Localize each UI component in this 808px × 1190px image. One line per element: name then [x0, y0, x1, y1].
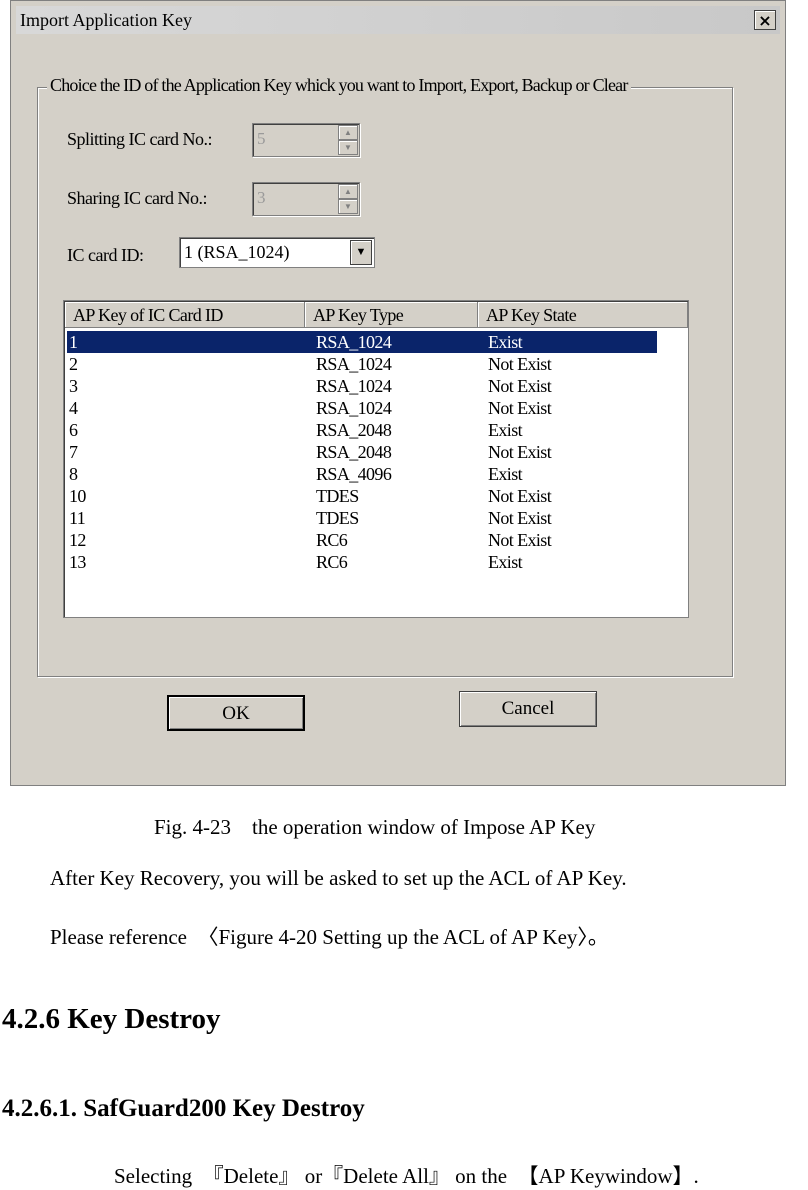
key-state: Exist: [488, 420, 523, 440]
key-state: Not Exist: [488, 354, 552, 374]
key-id: 1: [69, 332, 78, 352]
column-header-state[interactable]: AP Key State: [478, 302, 688, 328]
sharing-value: 3: [257, 188, 266, 207]
list-item[interactable]: 7 RSA_2048 Not Exist: [67, 441, 657, 463]
key-state: Not Exist: [488, 508, 552, 528]
key-type: RSA_2048: [316, 442, 392, 462]
list-item[interactable]: 3 RSA_1024 Not Exist: [67, 375, 657, 397]
group-label: Choice the ID of the Application Key whi…: [47, 75, 631, 96]
key-state: Not Exist: [488, 442, 552, 462]
key-type: RSA_1024: [316, 376, 392, 396]
list-item[interactable]: 13 RC6 Exist: [67, 551, 657, 573]
list-item[interactable]: 8 RSA_4096 Exist: [67, 463, 657, 485]
key-id: 13: [69, 552, 86, 572]
key-state: Exist: [488, 332, 523, 352]
key-id: 2: [69, 354, 78, 374]
paragraph-key-recovery: After Key Recovery, you will be asked to…: [50, 866, 627, 890]
key-type: RC6: [316, 552, 348, 572]
key-type: RC6: [316, 530, 348, 550]
cancel-button[interactable]: Cancel: [459, 691, 597, 727]
key-type: RSA_4096: [316, 464, 392, 484]
ap-key-list[interactable]: AP Key of IC Card ID AP Key Type AP Key …: [63, 300, 689, 618]
spin-up-icon[interactable]: ▲: [338, 184, 358, 199]
list-item[interactable]: 12 RC6 Not Exist: [67, 529, 657, 551]
list-item[interactable]: 6 RSA_2048 Exist: [67, 419, 657, 441]
card-id-label: IC card ID:: [67, 245, 144, 265]
key-state: Not Exist: [488, 398, 552, 418]
key-id: 8: [69, 464, 78, 484]
section-heading: 4.2.6 Key Destroy: [2, 1003, 221, 1035]
card-id-select[interactable]: 1 (RSA_1024) ▼: [179, 237, 375, 268]
splitting-value: 5: [257, 129, 266, 148]
figure-caption: Fig. 4-23 the operation window of Impose…: [154, 815, 596, 839]
spin-down-icon[interactable]: ▼: [338, 140, 358, 155]
column-header-id[interactable]: AP Key of IC Card ID: [65, 302, 305, 328]
key-type: RSA_1024: [316, 354, 392, 374]
sharing-stepper-buttons: ▲ ▼: [338, 184, 358, 214]
key-id: 3: [69, 376, 78, 396]
key-id: 10: [69, 486, 86, 506]
key-state: Not Exist: [488, 486, 552, 506]
list-item[interactable]: 11 TDES Not Exist: [67, 507, 657, 529]
key-type: RSA_2048: [316, 420, 392, 440]
list-item[interactable]: 2 RSA_1024 Not Exist: [67, 353, 657, 375]
ok-button[interactable]: OK: [167, 695, 305, 731]
spin-down-icon[interactable]: ▼: [338, 199, 358, 214]
key-type: TDES: [316, 508, 359, 528]
list-item[interactable]: 4 RSA_1024 Not Exist: [67, 397, 657, 419]
column-header-type[interactable]: AP Key Type: [305, 302, 478, 328]
key-id: 7: [69, 442, 78, 462]
list-item[interactable]: 1 RSA_1024 Exist: [67, 331, 657, 353]
key-state: Exist: [488, 552, 523, 572]
key-type: TDES: [316, 486, 359, 506]
key-state: Not Exist: [488, 530, 552, 550]
key-type: RSA_1024: [316, 398, 392, 418]
close-button[interactable]: ×: [754, 10, 776, 30]
splitting-stepper-buttons: ▲ ▼: [338, 125, 358, 155]
spin-up-icon[interactable]: ▲: [338, 125, 358, 140]
key-id: 11: [69, 508, 86, 528]
chevron-down-icon[interactable]: ▼: [350, 240, 372, 265]
list-body: 1 RSA_1024 Exist 2 RSA_1024 Not Exist 3 RSA_1…: [67, 331, 657, 573]
subsection-heading: 4.2.6.1. SafGuard200 Key Destroy: [2, 1095, 365, 1122]
list-item[interactable]: 10 TDES Not Exist: [67, 485, 657, 507]
key-id: 4: [69, 398, 78, 418]
list-header: AP Key of IC Card ID AP Key Type AP Key …: [65, 302, 688, 328]
sharing-label: Sharing IC card No.:: [67, 188, 207, 208]
key-state: Exist: [488, 464, 523, 484]
key-id: 12: [69, 530, 86, 550]
sharing-stepper[interactable]: 3 ▲ ▼: [252, 182, 360, 216]
key-type: RSA_1024: [316, 332, 392, 352]
key-state: Not Exist: [488, 376, 552, 396]
paragraph-reference: Please reference 〈Figure 4-20 Setting up…: [50, 925, 609, 949]
import-application-key-dialog: Import Application Key × Choice the ID o…: [10, 0, 786, 786]
title-bar[interactable]: Import Application Key ×: [16, 6, 780, 34]
splitting-stepper[interactable]: 5 ▲ ▼: [252, 123, 360, 157]
dialog-title: Import Application Key: [20, 9, 192, 30]
key-id: 6: [69, 420, 78, 440]
splitting-label: Splitting IC card No.:: [67, 129, 213, 149]
card-id-value: 1 (RSA_1024): [184, 242, 290, 262]
